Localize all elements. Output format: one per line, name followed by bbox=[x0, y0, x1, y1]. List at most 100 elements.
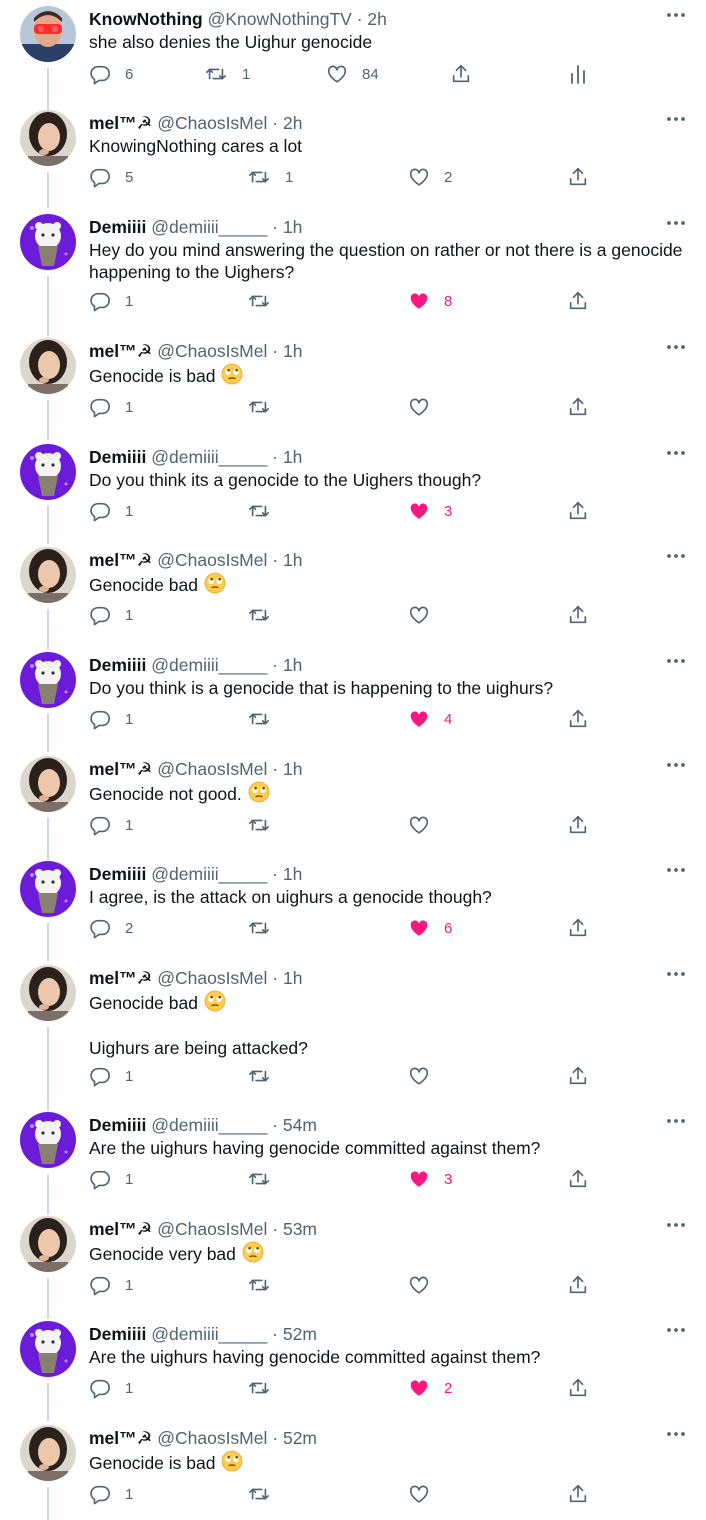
share-button[interactable] bbox=[567, 395, 589, 419]
avatar[interactable] bbox=[20, 756, 76, 812]
display-name[interactable]: mel™☭ bbox=[89, 1428, 152, 1448]
share-button[interactable] bbox=[567, 1273, 589, 1297]
like-button[interactable] bbox=[408, 1064, 444, 1088]
like-button[interactable]: 4 bbox=[408, 707, 452, 731]
avatar[interactable] bbox=[20, 1425, 76, 1481]
retweet-button[interactable] bbox=[247, 916, 285, 940]
more-icon[interactable] bbox=[664, 3, 688, 27]
analytics-button[interactable] bbox=[568, 62, 588, 86]
reply-button[interactable]: 1 bbox=[89, 1376, 133, 1400]
user-handle[interactable]: @ChaosIsMel bbox=[157, 1428, 267, 1448]
like-button[interactable] bbox=[408, 1273, 444, 1297]
retweet-button[interactable] bbox=[247, 813, 285, 837]
timestamp[interactable]: 1h bbox=[283, 759, 302, 779]
timestamp[interactable]: 1h bbox=[283, 341, 302, 361]
avatar[interactable] bbox=[20, 6, 76, 62]
user-handle[interactable]: @demiiii_____ bbox=[151, 447, 267, 467]
retweet-button[interactable] bbox=[247, 1376, 285, 1400]
user-handle[interactable]: @ChaosIsMel bbox=[157, 968, 267, 988]
share-button[interactable] bbox=[450, 62, 472, 86]
user-handle[interactable]: @demiiii_____ bbox=[151, 655, 267, 675]
avatar[interactable] bbox=[20, 1321, 76, 1377]
reply-button[interactable]: 1 bbox=[89, 603, 133, 627]
avatar[interactable] bbox=[20, 1216, 76, 1272]
more-icon[interactable] bbox=[664, 1213, 688, 1237]
display-name[interactable]: Demiiii bbox=[89, 447, 146, 467]
more-icon[interactable] bbox=[664, 1109, 688, 1133]
avatar[interactable] bbox=[20, 214, 76, 270]
avatar[interactable] bbox=[20, 861, 76, 917]
like-button[interactable] bbox=[408, 603, 444, 627]
retweet-button[interactable] bbox=[247, 707, 285, 731]
retweet-button[interactable] bbox=[247, 1273, 285, 1297]
display-name[interactable]: mel™☭ bbox=[89, 341, 152, 361]
timestamp[interactable]: 1h bbox=[283, 968, 302, 988]
more-icon[interactable] bbox=[664, 107, 688, 131]
share-button[interactable] bbox=[567, 603, 589, 627]
reply-button[interactable]: 1 bbox=[89, 1167, 133, 1191]
retweet-button[interactable] bbox=[247, 1482, 285, 1506]
timestamp[interactable]: 52m bbox=[283, 1324, 317, 1344]
reply-button[interactable]: 1 bbox=[89, 1064, 133, 1088]
display-name[interactable]: mel™☭ bbox=[89, 113, 152, 133]
reply-button[interactable]: 5 bbox=[89, 165, 133, 189]
user-handle[interactable]: @demiiii_____ bbox=[151, 217, 267, 237]
avatar[interactable] bbox=[20, 547, 76, 603]
more-icon[interactable] bbox=[664, 1422, 688, 1446]
like-button[interactable]: 8 bbox=[408, 289, 452, 313]
like-button[interactable] bbox=[408, 1482, 444, 1506]
avatar[interactable] bbox=[20, 652, 76, 708]
timestamp[interactable]: 54m bbox=[283, 1115, 317, 1135]
user-handle[interactable]: @demiiii_____ bbox=[151, 1324, 267, 1344]
share-button[interactable] bbox=[567, 916, 589, 940]
user-handle[interactable]: @demiiii_____ bbox=[151, 1115, 267, 1135]
display-name[interactable]: Demiiii bbox=[89, 217, 146, 237]
retweet-button[interactable] bbox=[247, 395, 285, 419]
like-button[interactable] bbox=[408, 813, 444, 837]
timestamp[interactable]: 1h bbox=[283, 217, 302, 237]
like-button[interactable]: 84 bbox=[326, 62, 379, 86]
retweet-button[interactable] bbox=[247, 603, 285, 627]
user-handle[interactable]: @ChaosIsMel bbox=[157, 113, 267, 133]
display-name[interactable]: KnowNothing bbox=[89, 9, 203, 29]
share-button[interactable] bbox=[567, 1482, 589, 1506]
like-button[interactable]: 2 bbox=[408, 1376, 452, 1400]
timestamp[interactable]: 1h bbox=[283, 655, 302, 675]
avatar[interactable] bbox=[20, 1112, 76, 1168]
display-name[interactable]: Demiiii bbox=[89, 655, 146, 675]
share-button[interactable] bbox=[567, 499, 589, 523]
reply-button[interactable]: 6 bbox=[89, 62, 133, 86]
more-icon[interactable] bbox=[664, 544, 688, 568]
display-name[interactable]: Demiiii bbox=[89, 1324, 146, 1344]
avatar[interactable] bbox=[20, 338, 76, 394]
display-name[interactable]: mel™☭ bbox=[89, 759, 152, 779]
timestamp[interactable]: 2h bbox=[283, 113, 302, 133]
user-handle[interactable]: @ChaosIsMel bbox=[157, 341, 267, 361]
avatar[interactable] bbox=[20, 965, 76, 1021]
share-button[interactable] bbox=[567, 289, 589, 313]
retweet-button[interactable]: 1 bbox=[247, 165, 293, 189]
reply-button[interactable]: 1 bbox=[89, 707, 133, 731]
reply-button[interactable]: 1 bbox=[89, 289, 133, 313]
timestamp[interactable]: 1h bbox=[283, 550, 302, 570]
share-button[interactable] bbox=[567, 1064, 589, 1088]
more-icon[interactable] bbox=[664, 1318, 688, 1342]
timestamp[interactable]: 1h bbox=[283, 864, 302, 884]
retweet-button[interactable] bbox=[247, 499, 285, 523]
retweet-button[interactable] bbox=[247, 289, 285, 313]
more-icon[interactable] bbox=[664, 335, 688, 359]
avatar[interactable] bbox=[20, 110, 76, 166]
user-handle[interactable]: @ChaosIsMel bbox=[157, 1219, 267, 1239]
avatar[interactable] bbox=[20, 444, 76, 500]
reply-button[interactable]: 1 bbox=[89, 395, 133, 419]
user-handle[interactable]: @ChaosIsMel bbox=[157, 759, 267, 779]
display-name[interactable]: Demiiii bbox=[89, 864, 146, 884]
share-button[interactable] bbox=[567, 165, 589, 189]
display-name[interactable]: mel™☭ bbox=[89, 968, 152, 988]
reply-button[interactable]: 1 bbox=[89, 813, 133, 837]
like-button[interactable]: 2 bbox=[408, 165, 452, 189]
display-name[interactable]: mel™☭ bbox=[89, 1219, 152, 1239]
timestamp[interactable]: 1h bbox=[283, 447, 302, 467]
like-button[interactable] bbox=[408, 395, 444, 419]
reply-button[interactable]: 1 bbox=[89, 1273, 133, 1297]
